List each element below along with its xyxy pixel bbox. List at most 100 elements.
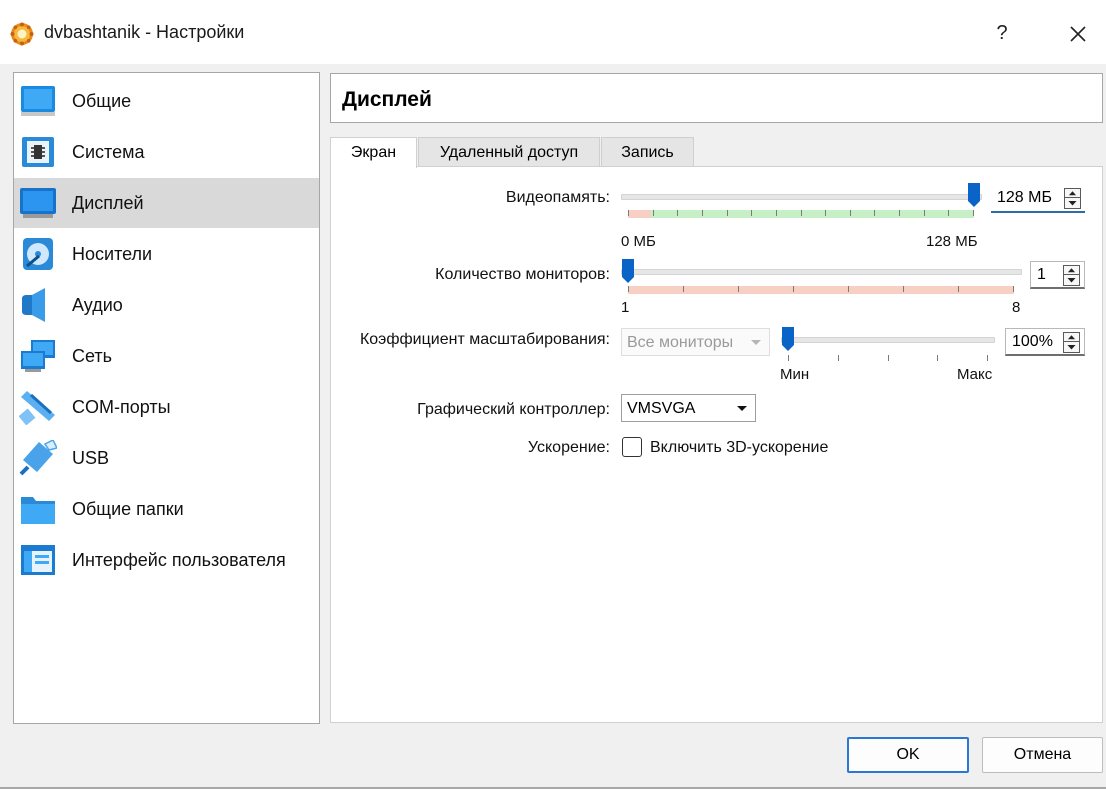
sidebar-item-label: USB xyxy=(72,448,110,468)
title-bar: dvbashtanik - Настройки ? xyxy=(0,0,1106,64)
chevron-down-icon xyxy=(737,406,747,411)
speaker-icon xyxy=(22,288,45,322)
slider-tick xyxy=(776,210,777,216)
monitor-count-stepper[interactable] xyxy=(1063,265,1080,286)
monitor-count-label: Количество мониторов: xyxy=(435,266,610,283)
slider-tick xyxy=(825,210,826,216)
slider-tick xyxy=(924,210,925,216)
slider-tick xyxy=(628,286,629,292)
help-button[interactable]: ? xyxy=(987,18,1017,48)
cancel-button[interactable]: Отмена xyxy=(982,737,1103,773)
video-memory-value: 128 МБ xyxy=(997,189,1052,206)
spin-down-icon[interactable] xyxy=(1064,343,1079,352)
monitor-count-min-label: 1 xyxy=(621,299,630,316)
video-memory-slider[interactable] xyxy=(621,194,982,200)
tab-screen[interactable]: Экран xyxy=(330,137,417,168)
spin-down-icon[interactable] xyxy=(1064,276,1079,285)
sidebar-item-label: Дисплей xyxy=(72,193,144,213)
slider-tick xyxy=(899,210,900,216)
sidebar-item-display[interactable]: Дисплей xyxy=(14,178,319,228)
video-memory-ticks xyxy=(628,210,974,218)
slider-tick xyxy=(683,286,684,292)
slider-tick xyxy=(848,286,849,292)
scale-factor-value: 100% xyxy=(1012,333,1053,350)
monitor-count-slider-handle[interactable] xyxy=(621,258,635,284)
storage-disc-icon xyxy=(23,238,53,270)
scale-factor-label: Коэффициент масштабирования: xyxy=(359,331,610,348)
scale-monitor-value: Все мониторы xyxy=(627,334,734,351)
scale-factor-stepper[interactable] xyxy=(1063,332,1080,353)
monitor-count-slider[interactable] xyxy=(621,269,1022,275)
scale-factor-slider[interactable] xyxy=(781,337,995,343)
virtualbox-app-icon xyxy=(10,22,34,46)
sidebar-item-general[interactable]: Общие xyxy=(14,76,319,126)
acceleration-label: Ускорение: xyxy=(527,439,610,456)
sidebar-item-label: Аудио xyxy=(72,295,123,315)
monitor-count-max-label: 8 xyxy=(1012,299,1021,316)
sidebar-item-label: Система xyxy=(72,142,145,162)
video-memory-label: Видеопамять: xyxy=(505,189,610,206)
slider-tick xyxy=(1013,286,1014,292)
sidebar-item-label: Сеть xyxy=(72,346,113,366)
sidebar-item-usb[interactable]: USB xyxy=(14,433,319,483)
video-memory-spinbox[interactable]: 128 МБ xyxy=(991,185,1085,213)
slider-tick xyxy=(874,210,875,216)
network-icon xyxy=(21,340,55,372)
slider-tick xyxy=(653,210,654,216)
spin-up-icon[interactable] xyxy=(1064,266,1079,275)
slider-tick xyxy=(801,210,802,216)
slider-tick xyxy=(973,210,974,216)
spin-up-icon[interactable] xyxy=(1064,333,1079,342)
slider-tick xyxy=(738,286,739,292)
page-title: Дисплей xyxy=(342,88,432,111)
video-memory-stepper[interactable] xyxy=(1064,188,1081,209)
enable-3d-acceleration-label[interactable]: Включить 3D-ускорение xyxy=(650,439,828,457)
close-icon[interactable] xyxy=(1062,18,1094,50)
slider-tick xyxy=(987,355,988,361)
slider-tick xyxy=(888,355,889,361)
scale-factor-spinbox[interactable]: 100% xyxy=(1005,328,1085,356)
spin-up-icon[interactable] xyxy=(1065,189,1080,198)
graphics-controller-label: Графический контроллер: xyxy=(417,401,610,418)
sidebar-item-storage[interactable]: Носители xyxy=(14,229,319,279)
video-memory-min-label: 0 МБ xyxy=(621,233,656,250)
graphics-controller-value: VMSVGA xyxy=(627,400,696,417)
slider-tick xyxy=(702,210,703,216)
sidebar-item-audio[interactable]: Аудио xyxy=(14,280,319,330)
sidebar-item-user-interface[interactable]: Интерфейс пользователя xyxy=(14,535,319,585)
monitor-count-spinbox[interactable]: 1 xyxy=(1030,261,1085,289)
slider-tick xyxy=(793,286,794,292)
sidebar-item-label: Общие папки xyxy=(72,499,184,519)
serial-port-icon xyxy=(19,391,55,425)
usb-icon xyxy=(19,440,57,476)
scale-factor-min-label: Мин xyxy=(780,366,810,383)
sidebar-item-com-ports[interactable]: COM-порты xyxy=(14,382,319,432)
ok-button[interactable]: OK xyxy=(847,737,969,773)
user-interface-icon xyxy=(21,545,55,575)
scale-factor-slider-handle[interactable] xyxy=(781,326,795,352)
monitor-count-ticks xyxy=(628,286,1014,294)
slider-tick xyxy=(628,210,629,216)
chevron-down-icon xyxy=(751,340,761,345)
chip-icon xyxy=(22,137,54,167)
sidebar-item-shared-folders[interactable]: Общие папки xyxy=(14,484,319,534)
slider-tick xyxy=(958,286,959,292)
spin-down-icon[interactable] xyxy=(1065,199,1080,208)
tab-remote-display[interactable]: Удаленный доступ xyxy=(418,137,600,167)
slider-tick xyxy=(850,210,851,216)
slider-tick xyxy=(838,355,839,361)
sidebar-item-label: Носители xyxy=(72,244,153,264)
video-memory-max-label: 128 МБ xyxy=(926,233,978,250)
sidebar-item-network[interactable]: Сеть xyxy=(14,331,319,381)
sidebar-item-system[interactable]: Система xyxy=(14,127,319,177)
video-memory-slider-handle[interactable] xyxy=(967,182,981,208)
slider-tick xyxy=(788,355,789,361)
slider-tick xyxy=(677,210,678,216)
graphics-controller-select[interactable]: VMSVGA xyxy=(621,394,756,422)
monitor-count-value: 1 xyxy=(1037,266,1046,283)
sidebar-item-label: COM-порты xyxy=(72,397,171,417)
scale-monitor-select[interactable]: Все мониторы xyxy=(621,328,770,356)
tab-recording[interactable]: Запись xyxy=(601,137,694,167)
enable-3d-acceleration-checkbox[interactable] xyxy=(622,437,642,457)
slider-tick xyxy=(751,210,752,216)
